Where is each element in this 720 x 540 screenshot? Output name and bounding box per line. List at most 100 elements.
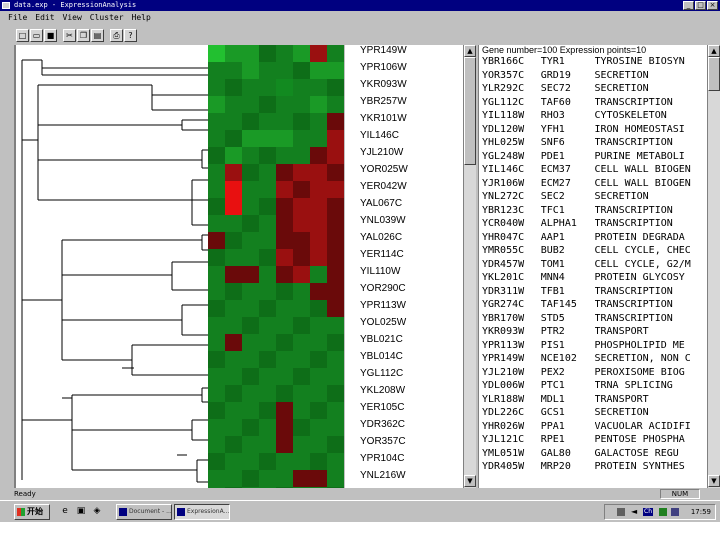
- heatmap-row[interactable]: [208, 470, 345, 487]
- maximize-button[interactable]: □: [695, 1, 706, 10]
- heatmap-cell[interactable]: [259, 62, 276, 79]
- clock[interactable]: 17:59: [691, 505, 711, 519]
- gene-label[interactable]: YDR362C: [345, 419, 463, 436]
- gene-info-row[interactable]: YLR292C SEC72 SECRETION: [479, 83, 707, 97]
- gene-label[interactable]: YIL146C: [345, 130, 463, 147]
- gene-info-row[interactable]: YBR166C TYR1 TYROSINE BIOSYN: [479, 56, 707, 70]
- heatmap-cell[interactable]: [225, 351, 242, 368]
- save-icon[interactable]: ■: [44, 28, 57, 42]
- heatmap-cell[interactable]: [276, 300, 293, 317]
- heatmap-cell[interactable]: [208, 317, 225, 334]
- heatmap-row[interactable]: [208, 317, 345, 334]
- heatmap-cell[interactable]: [310, 96, 327, 113]
- heatmap-cell[interactable]: [310, 45, 327, 62]
- heatmap-cell[interactable]: [259, 215, 276, 232]
- gene-info-row[interactable]: YGL112C TAF60 TRANSCRIPTION: [479, 97, 707, 111]
- gene-info-row[interactable]: YLR188W MDL1 TRANSPORT: [479, 394, 707, 408]
- heatmap-cell[interactable]: [310, 198, 327, 215]
- heatmap-cell[interactable]: [242, 96, 259, 113]
- heatmap-cell[interactable]: [310, 215, 327, 232]
- scroll-down-arrow-icon[interactable]: ▼: [708, 475, 720, 487]
- gene-info-table[interactable]: Gene number=100 Expression points=10 YBR…: [478, 45, 707, 488]
- expression-heatmap[interactable]: [208, 45, 345, 488]
- heatmap-cell[interactable]: [259, 453, 276, 470]
- gene-info-row[interactable]: YHL025W SNF6 TRANSCRIPTION: [479, 137, 707, 151]
- input-method-icon[interactable]: Ch: [643, 508, 653, 516]
- heatmap-cell[interactable]: [327, 130, 344, 147]
- heatmap-cell[interactable]: [276, 351, 293, 368]
- heatmap-cell[interactable]: [276, 62, 293, 79]
- heatmap-cell[interactable]: [208, 300, 225, 317]
- heatmap-cell[interactable]: [276, 402, 293, 419]
- heatmap-cell[interactable]: [259, 300, 276, 317]
- heatmap-cell[interactable]: [208, 164, 225, 181]
- heatmap-cell[interactable]: [208, 334, 225, 351]
- heatmap-cell[interactable]: [208, 113, 225, 130]
- menu-item-view[interactable]: View: [63, 11, 82, 25]
- heatmap-cell[interactable]: [293, 436, 310, 453]
- heatmap-cell[interactable]: [259, 45, 276, 62]
- heatmap-cell[interactable]: [259, 113, 276, 130]
- heatmap-cell[interactable]: [242, 385, 259, 402]
- heatmap-cell[interactable]: [242, 249, 259, 266]
- heatmap-row[interactable]: [208, 45, 345, 62]
- gene-label[interactable]: YJL210W: [345, 147, 463, 164]
- heatmap-cell[interactable]: [293, 283, 310, 300]
- gene-label[interactable]: YKR101W: [345, 113, 463, 130]
- heatmap-cell[interactable]: [276, 317, 293, 334]
- heatmap-row[interactable]: [208, 300, 345, 317]
- heatmap-cell[interactable]: [310, 164, 327, 181]
- heatmap-cell[interactable]: [259, 266, 276, 283]
- gene-info-row[interactable]: YIL146C ECM37 CELL WALL BIOGEN: [479, 164, 707, 178]
- heatmap-cell[interactable]: [327, 385, 344, 402]
- gene-info-row[interactable]: YJL121C RPE1 PENTOSE PHOSPHA: [479, 434, 707, 448]
- cut-icon[interactable]: ✂: [63, 28, 76, 42]
- gene-info-row[interactable]: YDR405W MRP20 PROTEIN SYNTHES: [479, 461, 707, 475]
- heatmap-cell[interactable]: [242, 300, 259, 317]
- heatmap-cell[interactable]: [310, 62, 327, 79]
- heatmap-cell[interactable]: [225, 113, 242, 130]
- heatmap-cell[interactable]: [310, 232, 327, 249]
- heatmap-cell[interactable]: [310, 147, 327, 164]
- heatmap-cell[interactable]: [293, 215, 310, 232]
- heatmap-row[interactable]: [208, 181, 345, 198]
- help-icon[interactable]: ?: [124, 28, 137, 42]
- heatmap-cell[interactable]: [225, 334, 242, 351]
- gene-label[interactable]: YNL039W: [345, 215, 463, 232]
- heatmap-cell[interactable]: [208, 351, 225, 368]
- heatmap-cell[interactable]: [276, 130, 293, 147]
- gene-label[interactable]: YPR104C: [345, 453, 463, 470]
- heatmap-cell[interactable]: [293, 266, 310, 283]
- heatmap-cell[interactable]: [225, 249, 242, 266]
- heatmap-cell[interactable]: [276, 334, 293, 351]
- heatmap-cell[interactable]: [293, 232, 310, 249]
- heatmap-cell[interactable]: [225, 130, 242, 147]
- heatmap-cell[interactable]: [327, 79, 344, 96]
- gene-info-row[interactable]: YJR106W ECM27 CELL WALL BIOGEN: [479, 178, 707, 192]
- heatmap-cell[interactable]: [293, 453, 310, 470]
- heatmap-cell[interactable]: [225, 62, 242, 79]
- heatmap-cell[interactable]: [293, 147, 310, 164]
- heatmap-cell[interactable]: [242, 181, 259, 198]
- heatmap-cell[interactable]: [327, 266, 344, 283]
- scroll-thumb[interactable]: [708, 57, 720, 91]
- heatmap-cell[interactable]: [208, 215, 225, 232]
- heatmap-cell[interactable]: [293, 45, 310, 62]
- menu-item-file[interactable]: File: [8, 11, 27, 25]
- close-button[interactable]: ×: [707, 1, 718, 10]
- heatmap-row[interactable]: [208, 266, 345, 283]
- heatmap-cell[interactable]: [276, 198, 293, 215]
- heatmap-cell[interactable]: [242, 215, 259, 232]
- scroll-down-arrow-icon[interactable]: ▼: [464, 475, 476, 487]
- heatmap-cell[interactable]: [293, 130, 310, 147]
- start-button[interactable]: 开始: [14, 504, 50, 520]
- gene-label[interactable]: YPR113W: [345, 300, 463, 317]
- heatmap-cell[interactable]: [327, 283, 344, 300]
- gene-label[interactable]: YBL014C: [345, 351, 463, 368]
- heatmap-cell[interactable]: [310, 368, 327, 385]
- heatmap-cell[interactable]: [208, 147, 225, 164]
- heatmap-cell[interactable]: [225, 368, 242, 385]
- gene-label[interactable]: YER042W: [345, 181, 463, 198]
- heatmap-row[interactable]: [208, 419, 345, 436]
- gene-info-row[interactable]: YOR357C GRD19 SECRETION: [479, 70, 707, 84]
